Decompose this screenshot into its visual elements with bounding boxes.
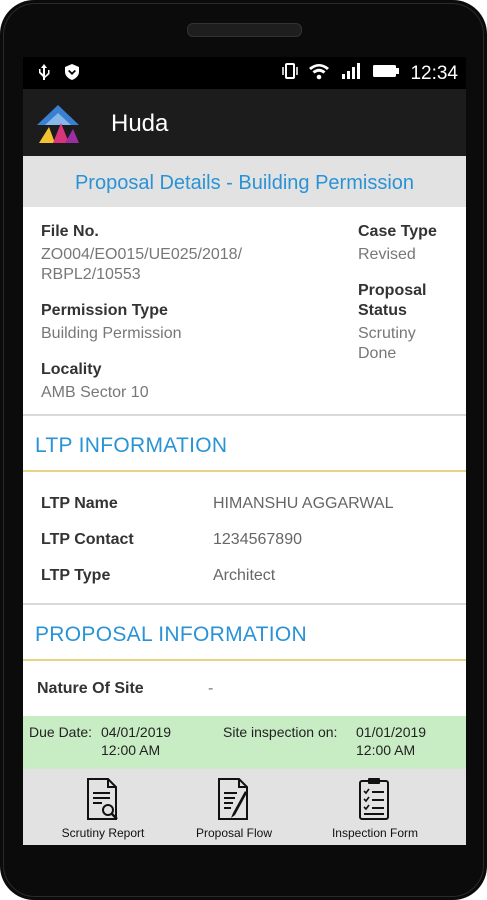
proposal-section-heading: PROPOSAL INFORMATION	[35, 623, 308, 646]
case-type-label: Case Type	[358, 223, 437, 240]
page-title-bar: Proposal Details - Building Permission	[23, 156, 466, 207]
section-divider	[23, 414, 466, 416]
checklist-icon	[359, 778, 389, 820]
ltp-name-label: LTP Name	[41, 495, 118, 512]
proposal-status-value-line2: Done	[358, 345, 397, 362]
due-time-value: 12:00 AM	[101, 742, 161, 758]
ltp-name-value: HIMANSHU AGGARWAL	[213, 495, 394, 512]
proposal-flow-label: Proposal Flow	[195, 826, 273, 840]
site-inspection-label: Site inspection on:	[223, 724, 338, 740]
ltp-type-label: LTP Type	[41, 567, 111, 584]
app-title: Huda	[111, 110, 169, 137]
shield-icon	[65, 64, 79, 86]
file-no-label: File No.	[41, 223, 99, 240]
ltp-contact-value: 1234567890	[213, 531, 302, 548]
status-bar: 12:34	[23, 57, 466, 89]
scrutiny-report-label: Scrutiny Report	[61, 826, 145, 840]
permission-type-label: Permission Type	[41, 302, 168, 319]
wifi-icon	[308, 62, 330, 85]
file-no-value-line2: RBPL2/10553	[41, 266, 141, 283]
clock-time: 12:34	[410, 62, 458, 84]
nature-of-site-value: -	[208, 680, 214, 697]
usb-icon	[37, 64, 51, 86]
case-type-value: Revised	[358, 246, 416, 263]
proposal-status-value-line1: Scrutiny	[358, 325, 416, 342]
bottom-nav: Scrutiny Report Proposal Flow Inspection…	[23, 769, 466, 845]
vibrate-icon	[282, 62, 299, 85]
ltp-heading-underline	[23, 470, 466, 472]
locality-label: Locality	[41, 361, 102, 378]
document-edit-icon	[218, 778, 248, 820]
report-search-icon	[87, 778, 118, 820]
page-title: Proposal Details - Building Permission	[74, 172, 415, 194]
proposal-flow-button[interactable]: Proposal Flow	[164, 769, 304, 845]
due-date-bar: Due Date: 04/01/2019 12:00 AM Site inspe…	[23, 716, 466, 769]
app-bar: Huda	[23, 89, 466, 156]
scrutiny-report-button[interactable]: Scrutiny Report	[33, 769, 173, 845]
signal-icon	[340, 62, 362, 85]
battery-icon	[372, 63, 400, 84]
proposal-heading-underline	[23, 659, 466, 661]
due-date-label: Due Date:	[29, 724, 93, 740]
speaker-grille	[187, 23, 302, 37]
file-no-value-line1: ZO004/EO015/UE025/2018/	[41, 246, 243, 263]
site-inspection-time: 12:00 AM	[356, 742, 416, 758]
inspection-form-label: Inspection Form	[331, 826, 419, 840]
due-date-value: 04/01/2019	[101, 724, 172, 740]
ltp-contact-label: LTP Contact	[41, 531, 134, 548]
ltp-type-value: Architect	[213, 567, 276, 584]
site-inspection-date: 01/01/2019	[356, 724, 427, 740]
phone-frame: 12:34 Huda Proposal Details - Building P…	[0, 0, 487, 900]
inspection-form-button[interactable]: Inspection Form	[305, 769, 445, 845]
ltp-section-heading: LTP INFORMATION	[35, 434, 228, 457]
proposal-status-label-line1: Proposal	[358, 282, 427, 299]
section-divider	[23, 603, 466, 605]
proposal-status-label-line2: Status	[358, 302, 407, 319]
permission-type-value: Building Permission	[41, 325, 182, 342]
nature-of-site-label: Nature Of Site	[37, 680, 144, 697]
locality-value: AMB Sector 10	[41, 384, 149, 401]
huda-logo	[35, 103, 81, 145]
screen: 12:34 Huda Proposal Details - Building P…	[23, 57, 466, 845]
